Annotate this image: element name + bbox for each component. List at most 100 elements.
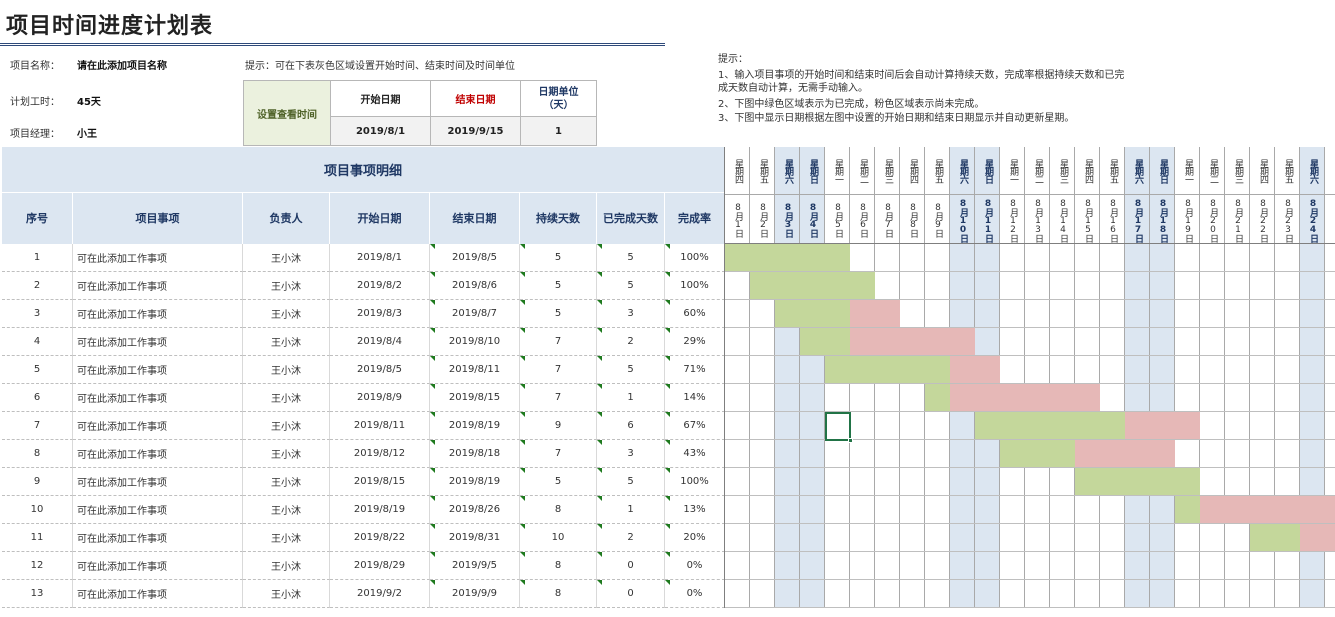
- table-row[interactable]: 1 可在此添加工作事项 王小沐 2019/8/1 2019/8/5 5 5 100%: [0, 244, 725, 272]
- row-rate[interactable]: 67%: [665, 412, 725, 440]
- table-row[interactable]: 12 可在此添加工作事项 王小沐 2019/8/29 2019/9/5 8 0 0%: [0, 552, 725, 580]
- project-name-value[interactable]: 请在此添加项目名称: [77, 57, 167, 72]
- row-end[interactable]: 2019/8/18: [430, 440, 520, 468]
- table-row[interactable]: 8 可在此添加工作事项 王小沐 2019/8/12 2019/8/18 7 3 43%: [0, 440, 725, 468]
- row-owner[interactable]: 王小沐: [243, 524, 330, 552]
- row-duration[interactable]: 7: [520, 440, 597, 468]
- row-owner[interactable]: 王小沐: [243, 580, 330, 608]
- gantt-bar-remaining[interactable]: [1200, 496, 1335, 523]
- row-start[interactable]: 2019/8/12: [330, 440, 430, 468]
- gantt-bar-completed[interactable]: [825, 356, 950, 383]
- row-owner[interactable]: 王小沐: [243, 552, 330, 580]
- row-duration[interactable]: 7: [520, 356, 597, 384]
- row-start[interactable]: 2019/8/5: [330, 356, 430, 384]
- row-owner[interactable]: 王小沐: [243, 300, 330, 328]
- row-duration[interactable]: 5: [520, 272, 597, 300]
- duration-value[interactable]: 45天: [77, 93, 101, 108]
- row-rate[interactable]: 14%: [665, 384, 725, 412]
- row-task[interactable]: 可在此添加工作事项: [73, 272, 243, 300]
- gantt-bar-completed[interactable]: [925, 384, 950, 411]
- row-rate[interactable]: 0%: [665, 552, 725, 580]
- row-index[interactable]: 6: [2, 384, 73, 412]
- row-start[interactable]: 2019/9/2: [330, 580, 430, 608]
- row-done-days[interactable]: 1: [597, 384, 665, 412]
- row-owner[interactable]: 王小沐: [243, 440, 330, 468]
- row-task[interactable]: 可在此添加工作事项: [73, 412, 243, 440]
- row-done-days[interactable]: 0: [597, 580, 665, 608]
- row-task[interactable]: 可在此添加工作事项: [73, 580, 243, 608]
- row-owner[interactable]: 王小沐: [243, 496, 330, 524]
- row-done-days[interactable]: 5: [597, 272, 665, 300]
- row-index[interactable]: 3: [2, 300, 73, 328]
- table-row[interactable]: 9 可在此添加工作事项 王小沐 2019/8/15 2019/8/19 5 5 100%: [0, 468, 725, 496]
- row-owner[interactable]: 王小沐: [243, 272, 330, 300]
- row-duration[interactable]: 5: [520, 244, 597, 272]
- fill-handle[interactable]: [848, 438, 853, 443]
- row-duration[interactable]: 8: [520, 580, 597, 608]
- row-owner[interactable]: 王小沐: [243, 412, 330, 440]
- row-end[interactable]: 2019/8/15: [430, 384, 520, 412]
- row-index[interactable]: 5: [2, 356, 73, 384]
- row-done-days[interactable]: 1: [597, 496, 665, 524]
- row-start[interactable]: 2019/8/19: [330, 496, 430, 524]
- row-start[interactable]: 2019/8/29: [330, 552, 430, 580]
- table-row[interactable]: 11 可在此添加工作事项 王小沐 2019/8/22 2019/8/31 10 2 20%: [0, 524, 725, 552]
- row-done-days[interactable]: 2: [597, 524, 665, 552]
- row-end[interactable]: 2019/8/31: [430, 524, 520, 552]
- row-task[interactable]: 可在此添加工作事项: [73, 440, 243, 468]
- row-done-days[interactable]: 3: [597, 440, 665, 468]
- row-task[interactable]: 可在此添加工作事项: [73, 496, 243, 524]
- row-duration[interactable]: 7: [520, 328, 597, 356]
- row-rate[interactable]: 29%: [665, 328, 725, 356]
- row-owner[interactable]: 王小沐: [243, 356, 330, 384]
- table-row[interactable]: 2 可在此添加工作事项 王小沐 2019/8/2 2019/8/6 5 5 100%: [0, 272, 725, 300]
- row-end[interactable]: 2019/9/9: [430, 580, 520, 608]
- row-index[interactable]: 10: [2, 496, 73, 524]
- gantt-bar-completed[interactable]: [750, 272, 875, 299]
- gantt-bar-completed[interactable]: [1075, 468, 1200, 495]
- gantt-bar-remaining[interactable]: [1300, 524, 1335, 551]
- row-start[interactable]: 2019/8/15: [330, 468, 430, 496]
- row-index[interactable]: 12: [2, 552, 73, 580]
- row-task[interactable]: 可在此添加工作事项: [73, 384, 243, 412]
- row-rate[interactable]: 0%: [665, 580, 725, 608]
- row-index[interactable]: 2: [2, 272, 73, 300]
- row-start[interactable]: 2019/8/2: [330, 272, 430, 300]
- row-task[interactable]: 可在此添加工作事项: [73, 524, 243, 552]
- row-start[interactable]: 2019/8/22: [330, 524, 430, 552]
- row-index[interactable]: 7: [2, 412, 73, 440]
- row-start[interactable]: 2019/8/3: [330, 300, 430, 328]
- row-index[interactable]: 4: [2, 328, 73, 356]
- row-index[interactable]: 8: [2, 440, 73, 468]
- gantt-bar-remaining[interactable]: [950, 384, 1100, 411]
- row-done-days[interactable]: 5: [597, 244, 665, 272]
- row-task[interactable]: 可在此添加工作事项: [73, 356, 243, 384]
- row-task[interactable]: 可在此添加工作事项: [73, 300, 243, 328]
- gantt-bar-completed[interactable]: [975, 412, 1125, 439]
- table-row[interactable]: 4 可在此添加工作事项 王小沐 2019/8/4 2019/8/10 7 2 29%: [0, 328, 725, 356]
- row-start[interactable]: 2019/8/11: [330, 412, 430, 440]
- row-done-days[interactable]: 5: [597, 468, 665, 496]
- gantt-bar-completed[interactable]: [800, 328, 850, 355]
- row-rate[interactable]: 43%: [665, 440, 725, 468]
- row-duration[interactable]: 5: [520, 300, 597, 328]
- gantt-bar-completed[interactable]: [1250, 524, 1300, 551]
- row-rate[interactable]: 20%: [665, 524, 725, 552]
- table-row[interactable]: 13 可在此添加工作事项 王小沐 2019/9/2 2019/9/9 8 0 0%: [0, 580, 725, 608]
- table-row[interactable]: 10 可在此添加工作事项 王小沐 2019/8/19 2019/8/26 8 1 13%: [0, 496, 725, 524]
- date-unit-input[interactable]: 1: [520, 116, 597, 146]
- row-end[interactable]: 2019/8/10: [430, 328, 520, 356]
- gantt-bar-completed[interactable]: [725, 244, 850, 271]
- row-index[interactable]: 13: [2, 580, 73, 608]
- row-owner[interactable]: 王小沐: [243, 328, 330, 356]
- row-end[interactable]: 2019/8/11: [430, 356, 520, 384]
- row-duration[interactable]: 8: [520, 496, 597, 524]
- row-end[interactable]: 2019/9/5: [430, 552, 520, 580]
- row-end[interactable]: 2019/8/5: [430, 244, 520, 272]
- end-date-input[interactable]: 2019/9/15: [430, 116, 521, 146]
- row-task[interactable]: 可在此添加工作事项: [73, 328, 243, 356]
- gantt-bar-completed[interactable]: [775, 300, 850, 327]
- row-end[interactable]: 2019/8/26: [430, 496, 520, 524]
- gantt-bar-remaining[interactable]: [950, 356, 1000, 383]
- row-start[interactable]: 2019/8/1: [330, 244, 430, 272]
